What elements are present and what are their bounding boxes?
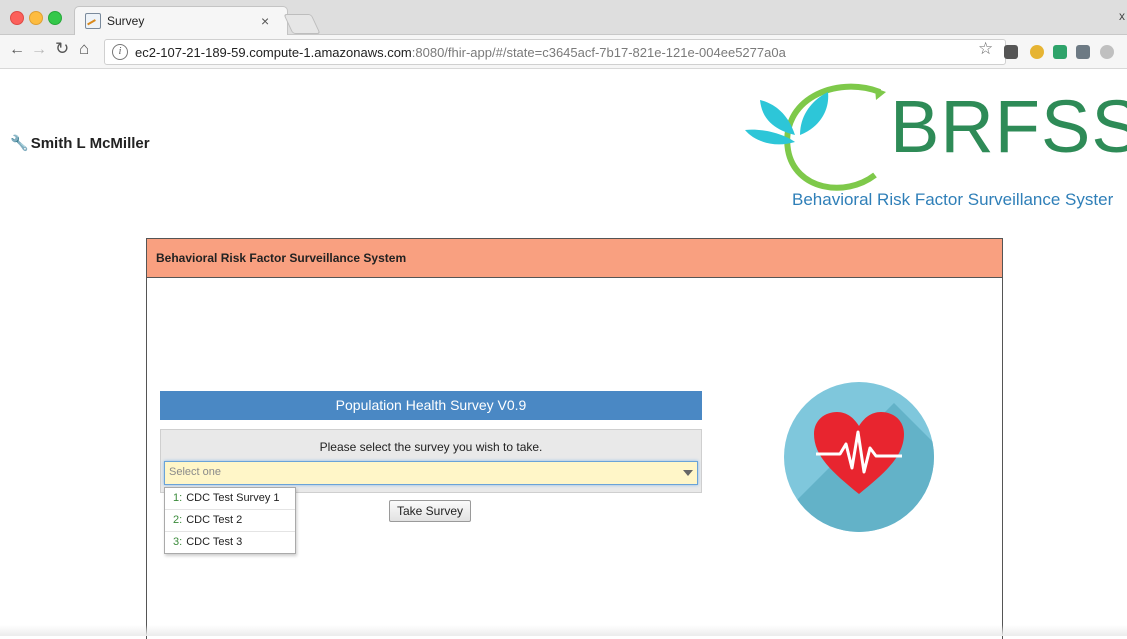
survey-heading: Population Health Survey V0.9	[160, 391, 702, 420]
chevron-down-icon[interactable]	[683, 470, 693, 476]
home-icon[interactable]: ⌂	[79, 39, 89, 59]
logo-text: BRFSS	[890, 85, 1127, 168]
extension-icon[interactable]	[1004, 45, 1018, 59]
close-icon[interactable]: x	[1119, 9, 1125, 23]
survey-select[interactable]: Select one	[164, 461, 698, 485]
chart-favicon-icon	[85, 13, 101, 29]
extension-icon[interactable]	[1100, 45, 1114, 59]
url-path: :8080/fhir-app/#/state=c3645acf-7b17-821…	[411, 45, 786, 60]
bottom-fade	[0, 625, 1127, 636]
dropdown-option[interactable]: 1: CDC Test Survey 1	[165, 488, 295, 510]
user-name-label: Smith L McMiller	[30, 135, 150, 152]
panel-title: Behavioral Risk Factor Surveillance Syst…	[156, 251, 407, 265]
user-name[interactable]: 🔧 Smith L McMiller	[10, 134, 150, 152]
address-bar[interactable]: i ec2-107-21-189-59.compute-1.amazonaws.…	[104, 39, 1006, 65]
url-text[interactable]: ec2-107-21-189-59.compute-1.amazonaws.co…	[135, 45, 786, 60]
window-close-button[interactable]	[10, 11, 24, 25]
browser-tab-strip: Survey × x	[0, 0, 1127, 35]
browser-toolbar: ← → ↻ ⌂ i ec2-107-21-189-59.compute-1.am…	[0, 35, 1127, 69]
forward-arrow-icon[interactable]: →	[31, 41, 47, 59]
option-label: CDC Test 2	[186, 514, 243, 526]
option-number: 3:	[173, 536, 183, 548]
dropdown-option[interactable]: 3: CDC Test 3	[165, 532, 295, 553]
survey-dropdown-list: 1: CDC Test Survey 1 2: CDC Test 2 3: CDC T…	[164, 487, 296, 554]
tab-title: Survey	[107, 14, 145, 28]
option-number: 2:	[173, 514, 183, 526]
browser-tab[interactable]: Survey ×	[74, 6, 288, 35]
dropdown-option[interactable]: 2: CDC Test 2	[165, 510, 295, 532]
logo-subtitle: Behavioral Risk Factor Surveillance Syst…	[792, 190, 1114, 209]
window-zoom-button[interactable]	[48, 11, 62, 25]
option-label: CDC Test 3	[186, 536, 243, 548]
take-survey-button[interactable]: Take Survey	[389, 500, 472, 522]
heart-pulse-icon	[814, 412, 904, 494]
heart-illustration	[784, 382, 934, 532]
survey-prompt: Please select the survey you wish to tak…	[319, 440, 543, 454]
extension-icon[interactable]	[1076, 45, 1090, 59]
info-icon[interactable]: i	[112, 44, 128, 60]
option-label: CDC Test Survey 1	[186, 492, 280, 504]
survey-form: Population Health Survey V0.9 Please sel…	[160, 391, 702, 493]
tab-close-icon[interactable]: ×	[261, 13, 269, 29]
back-arrow-icon[interactable]: ←	[9, 41, 25, 59]
extension-icon[interactable]	[1053, 45, 1067, 59]
extension-icon[interactable]	[1030, 45, 1044, 59]
url-host: ec2-107-21-189-59.compute-1.amazonaws.co…	[135, 45, 412, 60]
window-minimize-button[interactable]	[29, 11, 43, 25]
reload-icon[interactable]: ↻	[55, 39, 69, 59]
new-tab-button[interactable]	[283, 14, 321, 34]
select-placeholder: Select one	[169, 466, 221, 478]
bookmark-star-icon[interactable]: ☆	[978, 39, 993, 59]
option-number: 1:	[173, 492, 183, 504]
survey-body: Please select the survey you wish to tak…	[160, 429, 702, 493]
wrench-icon: 🔧	[10, 135, 29, 152]
panel-header: Behavioral Risk Factor Surveillance Syst…	[147, 239, 1002, 278]
